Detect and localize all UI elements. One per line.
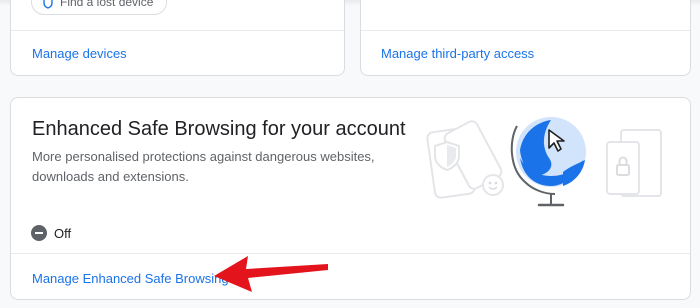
- manage-third-party-access-link[interactable]: Manage third-party access: [381, 46, 534, 61]
- devices-card: Find a lost device Manage devices: [10, 0, 345, 76]
- status-label: Off: [54, 226, 72, 241]
- find-device-chip[interactable]: Find a lost device: [31, 0, 167, 15]
- shield-icon: [43, 0, 53, 9]
- manage-devices-link[interactable]: Manage devices: [32, 46, 127, 61]
- divider: [11, 253, 690, 254]
- shield-illustration-icon: [434, 140, 460, 172]
- third-party-card: Manage third-party access: [360, 0, 691, 76]
- smiley-face-icon: [482, 174, 504, 196]
- tablet-illustration: [606, 129, 662, 197]
- card-title: Enhanced Safe Browsing for your account: [32, 118, 406, 140]
- enhanced-safe-browsing-card: Enhanced Safe Browsing for your account …: [10, 97, 691, 300]
- card-description: More personalised protections against da…: [32, 149, 375, 184]
- minus-circle-icon: [31, 225, 47, 241]
- divider: [361, 30, 690, 31]
- red-arrow-icon: [214, 256, 328, 292]
- safe-browsing-illustration: [426, 117, 662, 207]
- find-device-chip-label: Find a lost device: [60, 0, 154, 9]
- manage-enhanced-safe-browsing-link[interactable]: Manage Enhanced Safe Browsing: [32, 271, 229, 286]
- divider: [11, 30, 344, 31]
